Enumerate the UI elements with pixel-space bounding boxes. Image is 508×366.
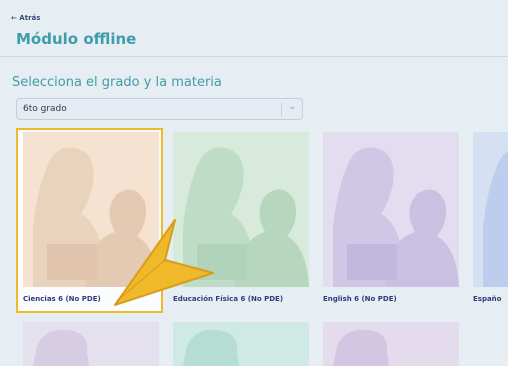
bottom-card-2[interactable]: [173, 322, 309, 366]
bottom-card-3[interactable]: [323, 322, 459, 366]
laptop: [47, 244, 97, 280]
card-illustration: [473, 132, 508, 287]
card-illustration: [323, 132, 459, 287]
back-link[interactable]: ← Atrás: [11, 14, 40, 22]
select-separator: [281, 103, 282, 116]
chevron-down-icon[interactable]: ⌄: [288, 102, 296, 112]
bottom-card-1[interactable]: [23, 322, 159, 366]
laptop: [347, 244, 397, 280]
card-label: English 6 (No PDE): [323, 295, 397, 303]
pointer-arrow-icon: [114, 219, 214, 306]
grade-select-value: 6to grado: [23, 104, 67, 114]
card-label: Españo: [473, 295, 502, 303]
card-label: Ciencias 6 (No PDE): [23, 295, 101, 303]
header-divider: [0, 56, 508, 57]
page-title: Módulo offline: [16, 30, 137, 48]
grade-select[interactable]: 6to grado ⌄: [16, 98, 303, 120]
section-subtitle: Selecciona el grado y la materia: [12, 75, 222, 90]
